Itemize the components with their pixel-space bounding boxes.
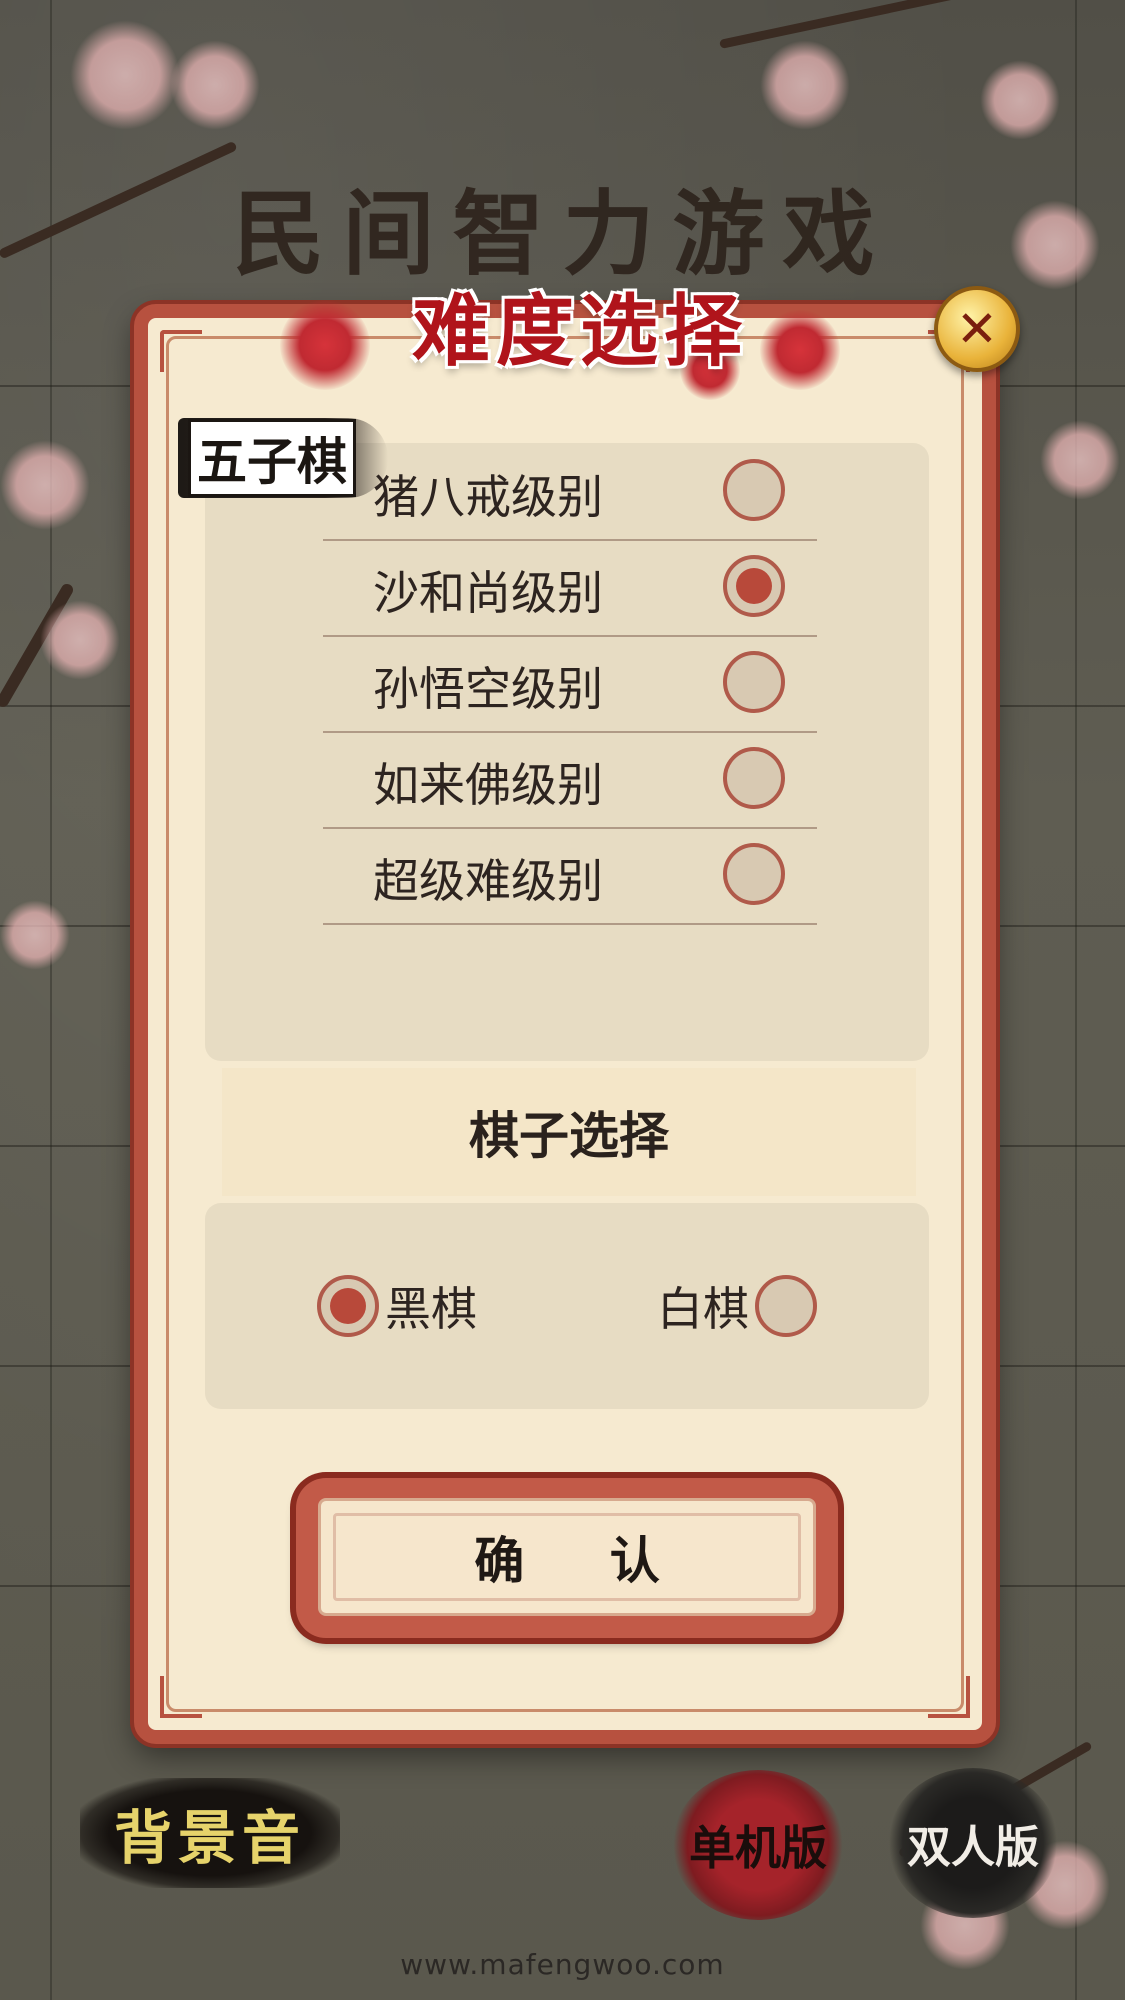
close-button[interactable]: ✕ [934, 286, 1020, 372]
blossom-decoration [760, 40, 850, 130]
level-option-5[interactable]: 超级难级别 [323, 827, 817, 925]
background-music-button[interactable]: 背景音 [80, 1778, 340, 1888]
single-label: 单机版 [689, 1821, 827, 1875]
level-radio[interactable] [723, 747, 785, 809]
piece-label: 黑棋 [385, 1282, 477, 1336]
blossom-decoration [0, 440, 90, 530]
bgm-label: 背景音 [113, 1804, 306, 1872]
double-label: 双人版 [907, 1822, 1039, 1873]
blossom-decoration [1040, 420, 1120, 500]
piece-radio[interactable] [755, 1275, 817, 1337]
blossom-decoration [280, 300, 370, 390]
footer-url: www.mafengwoo.com [400, 1948, 725, 1981]
level-option-3[interactable]: 孙悟空级别 [323, 635, 817, 733]
piece-label: 白棋 [657, 1282, 749, 1336]
blossom-decoration [980, 60, 1060, 140]
level-option-1[interactable]: 猪八戒级别 [323, 443, 817, 541]
corner-ornament [160, 1676, 202, 1718]
corner-ornament [160, 330, 202, 372]
blossom-decoration [70, 20, 180, 130]
level-option-4[interactable]: 如来佛级别 [323, 731, 817, 829]
corner-ornament [928, 1676, 970, 1718]
confirm-button-face: 确 认 [318, 1498, 816, 1616]
game-type-label: 五子棋 [188, 419, 356, 497]
piece-section-title: 棋子选择 [222, 1068, 916, 1196]
blossom-decoration [0, 900, 70, 970]
level-label: 沙和尚级别 [373, 566, 603, 620]
piece-panel: 黑棋 白棋 [205, 1203, 929, 1409]
level-radio[interactable] [723, 651, 785, 713]
blossom-decoration [40, 600, 120, 680]
level-option-2[interactable]: 沙和尚级别 [323, 539, 817, 637]
board-line [1075, 0, 1077, 2000]
board-line [50, 0, 52, 2000]
blossom-decoration [170, 40, 260, 130]
dialog-title: 难度选择 [411, 286, 748, 377]
two-player-button[interactable]: 双人版 [888, 1768, 1058, 1918]
piece-option-white[interactable]: 白棋 [651, 1273, 817, 1339]
level-label: 超级难级别 [373, 854, 603, 908]
piece-radio-selected[interactable] [317, 1275, 379, 1337]
level-panel: 猪八戒级别 沙和尚级别 孙悟空级别 如来佛级别 超级难级别 [205, 443, 929, 1061]
level-radio-selected[interactable] [723, 555, 785, 617]
confirm-button[interactable]: 确 认 [296, 1478, 838, 1638]
single-player-button[interactable]: 单机版 [672, 1770, 844, 1920]
close-icon: ✕ [956, 300, 998, 358]
game-type-badge: 五子棋 [178, 418, 388, 498]
level-label: 孙悟空级别 [373, 662, 603, 716]
level-label: 猪八戒级别 [373, 470, 603, 524]
piece-option-black[interactable]: 黑棋 [317, 1273, 483, 1339]
level-radio[interactable] [723, 843, 785, 905]
level-radio[interactable] [723, 459, 785, 521]
confirm-label: 确 认 [474, 1532, 694, 1590]
level-label: 如来佛级别 [373, 758, 603, 812]
